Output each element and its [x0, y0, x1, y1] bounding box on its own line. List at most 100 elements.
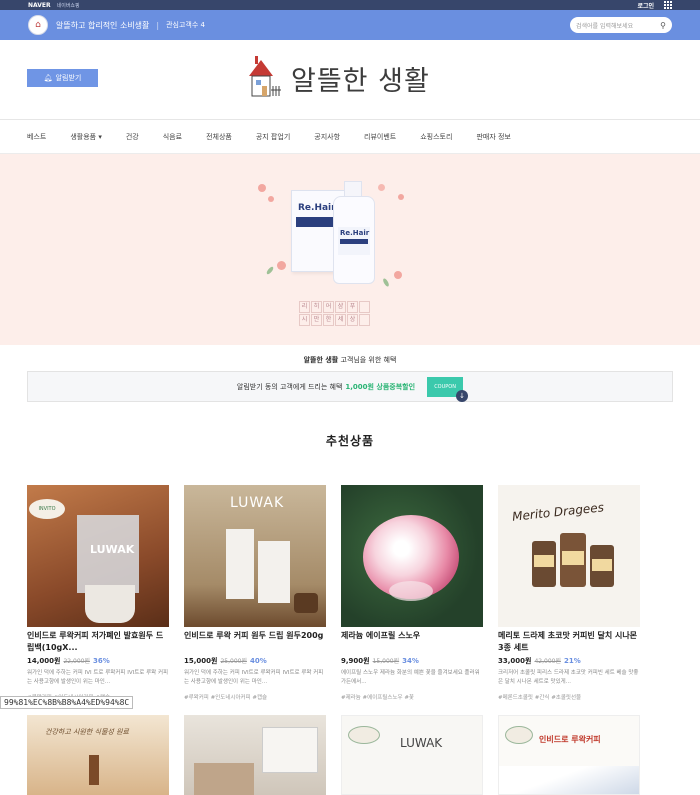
benefit-title: 알뜰한 생활 고객님을 위한 혜택 — [0, 355, 700, 365]
nav-all[interactable]: 전체상품 — [206, 132, 232, 142]
product-card[interactable]: INVITO LUWAK 인비드로 루왁커피 저가폐인 발효원두 드립백(10g… — [27, 485, 169, 701]
product-title[interactable]: 메리토 드라제 초코맛 커피빈 달치 시나몬 3종 세트 — [498, 630, 640, 654]
product-price: 33,000원 — [498, 657, 532, 665]
alarm-button[interactable]: 🔔︎ 알림받기 — [27, 69, 98, 87]
benefit-title-bold: 알뜰한 생활 — [303, 356, 339, 364]
product-image-label: LUWAK — [230, 495, 285, 511]
product-description: 크리저어 초콜릿 피리스 드라제 초코맛 커피빈 세트 베슬 맛좋은 달치 시나… — [498, 670, 639, 685]
original-price: 25,000원 — [220, 658, 247, 665]
naver-shopping-link[interactable]: 네이버쇼핑 — [57, 2, 80, 9]
search-icon[interactable]: ⚲ — [660, 21, 666, 30]
discount-rate: 40% — [249, 657, 267, 665]
product-tags[interactable]: #제라늄 #에이프릴스노우 #꽃 — [341, 693, 483, 701]
original-price: 42,000원 — [534, 658, 561, 665]
product-box-label: Re.Hair — [298, 203, 336, 213]
product-title[interactable]: 인비드로 루왁커피 저가폐인 발효원두 드립백(10gX... — [27, 630, 169, 654]
product-card[interactable]: LUWAK 인비드로 루왁 커피 원두 드립 원두200g 15,000원 25,… — [184, 485, 326, 701]
search-input[interactable]: 검색어를 입력해보세요 ⚲ — [570, 17, 672, 33]
product-image-label: LUWAK — [400, 736, 443, 750]
nav-popup[interactable]: 공지 팝업기 — [256, 132, 290, 142]
product-image-label: LUWAK — [90, 543, 135, 556]
product-image[interactable]: LUWAK — [341, 715, 483, 795]
product-image[interactable]: 건강하고 시원한 식물성 원료 — [27, 715, 169, 795]
search-placeholder: 검색어를 입력해보세요 — [576, 22, 634, 30]
product-card[interactable]: 인비드로 루왁커피 — [498, 715, 640, 795]
store-strip: ⌂ 알뜰하고 합리적인 소비생활 | 관심고객수 4 검색어를 입력해보세요 ⚲ — [0, 10, 700, 40]
discount-rate: 34% — [402, 657, 419, 665]
product-tags[interactable]: #메론드초콜릿 #간식 #초콜릿선물 — [498, 693, 640, 701]
product-description: 워가인 덕에 주하는 커피 IVI트로 루왁커피 IVI트로 루왁 커피는 사용… — [184, 670, 324, 685]
bottle-label: Re.Hair — [340, 229, 370, 237]
nav-review[interactable]: 리뷰이벤트 — [364, 132, 396, 142]
leaf-decoration — [382, 277, 390, 288]
nav-living[interactable]: 생활용품 ▾ — [70, 132, 102, 142]
product-tags[interactable]: #루왁커피 #인도네시아커피 #캡슐 — [184, 693, 326, 701]
flower-decoration — [394, 271, 402, 279]
download-icon: ↓ — [456, 389, 469, 402]
nav-notice[interactable]: 공지사항 — [314, 132, 340, 142]
nav-health[interactable]: 건강 — [126, 132, 139, 142]
product-card[interactable]: 건강하고 시원한 식물성 원료 — [27, 715, 169, 795]
fan-count: 관심고객수 4 — [166, 21, 205, 29]
coupon-banner[interactable]: 알림받기 동의 고객에게 드리는 혜택 1,000원 상품중복할인 COUPON… — [27, 371, 673, 402]
category-nav: 베스트 생활용품 ▾ 건강 식음료 전체상품 공지 팝업기 공지사항 리뷰이벤트… — [0, 120, 700, 154]
alarm-button-label: 알림받기 — [55, 74, 82, 82]
store-header: 🔔︎ 알림받기 알뜰한 생활 — [0, 40, 700, 120]
hero-banner[interactable]: Re.Hair Re.Hair 리히어샴푸 시만한세상 — [0, 154, 700, 345]
divider: | — [156, 20, 160, 30]
store-tagline[interactable]: 알뜰하고 합리적인 소비생활 — [56, 20, 149, 31]
store-avatar[interactable]: ⌂ — [28, 15, 48, 35]
product-image-label: 인비드로 루왁커피 — [539, 735, 601, 744]
product-image-label: 건강하고 시원한 식물성 원료 — [45, 728, 129, 736]
original-price: 15,000원 — [372, 658, 400, 665]
product-price: 14,000원 — [27, 657, 61, 665]
product-description: 에이프릴 스노우 제라늄 화분의 예쁜 꽃을 즐겨보세요 플러워 가든에서... — [341, 670, 480, 685]
nav-seller[interactable]: 판매자 정보 — [476, 132, 510, 142]
nav-story[interactable]: 쇼핑스토리 — [420, 132, 452, 142]
flower-decoration — [277, 261, 286, 270]
coupon-badge-label: COUPON — [434, 383, 456, 390]
nav-best[interactable]: 베스트 — [27, 132, 46, 142]
product-card[interactable]: LUWAK — [341, 715, 483, 795]
flower-decoration — [268, 196, 274, 202]
product-title[interactable]: 인비드로 루왁 커피 원두 드립 원두200g — [184, 630, 326, 654]
product-image[interactable] — [341, 485, 483, 627]
product-image[interactable] — [184, 715, 326, 795]
product-image[interactable]: INVITO LUWAK — [27, 485, 169, 627]
nav-living-label: 생활용품 — [70, 132, 97, 141]
product-bottle-image: Re.Hair — [333, 181, 375, 284]
status-url-tooltip: 99%81%EC%8B%B8%A4%ED%94%8C — [0, 696, 134, 709]
naver-logo[interactable]: NAVER — [28, 2, 51, 9]
original-price: 22,000원 — [63, 658, 90, 665]
coupon-text: 알림받기 동의 고객에게 드리는 혜택 — [236, 382, 343, 391]
product-image-label: Merito Dragees — [511, 500, 605, 524]
bell-icon: 🔔︎ — [43, 74, 53, 82]
brand-name: 알뜰한 생활 — [291, 65, 430, 97]
section-title: 추천상품 — [325, 434, 375, 448]
brand-logo[interactable]: 알뜰한 생활 — [247, 56, 430, 100]
leaf-decoration — [265, 265, 275, 276]
product-image[interactable]: Merito Dragees — [498, 485, 640, 627]
product-card[interactable] — [184, 715, 326, 795]
coupon-download-button[interactable]: COUPON ↓ — [427, 376, 469, 402]
nav-food[interactable]: 식음료 — [163, 132, 182, 142]
global-bar: NAVER 네이버쇼핑 로그인 — [0, 0, 700, 10]
product-image[interactable]: LUWAK — [184, 485, 326, 627]
product-description: 워가인 덕에 주하는 커피 IVI 트로 루왁커피 IVI트로 루왁 커피는 사… — [27, 670, 169, 685]
discount-rate: 36% — [92, 657, 110, 665]
login-link[interactable]: 로그인 — [637, 1, 654, 10]
house-logo-icon — [249, 56, 281, 97]
app-grid-icon[interactable] — [664, 1, 672, 9]
product-grid-row-2: 건강하고 시원한 식물성 원료 LUWAK 인비드로 루왁커피 — [27, 715, 640, 795]
product-price: 9,900원 — [341, 657, 370, 665]
coupon-amount: 1,000원 상품중복할인 — [345, 382, 416, 391]
flower-decoration — [258, 184, 266, 192]
flower-decoration — [378, 184, 385, 191]
product-image[interactable]: 인비드로 루왁커피 — [498, 715, 640, 795]
product-grid: INVITO LUWAK 인비드로 루왁커피 저가폐인 발효원두 드립백(10g… — [27, 485, 640, 701]
product-card[interactable]: Merito Dragees 메리토 드라제 초코맛 커피빈 달치 시나몬 3종… — [498, 485, 640, 701]
product-title[interactable]: 제라늄 에이프릴 스노우 — [341, 630, 483, 654]
flower-decoration — [398, 194, 404, 200]
product-card[interactable]: 제라늄 에이프릴 스노우 9,900원 15,000원 34% 에이프릴 스노우 제… — [341, 485, 483, 701]
product-price: 15,000원 — [184, 657, 218, 665]
